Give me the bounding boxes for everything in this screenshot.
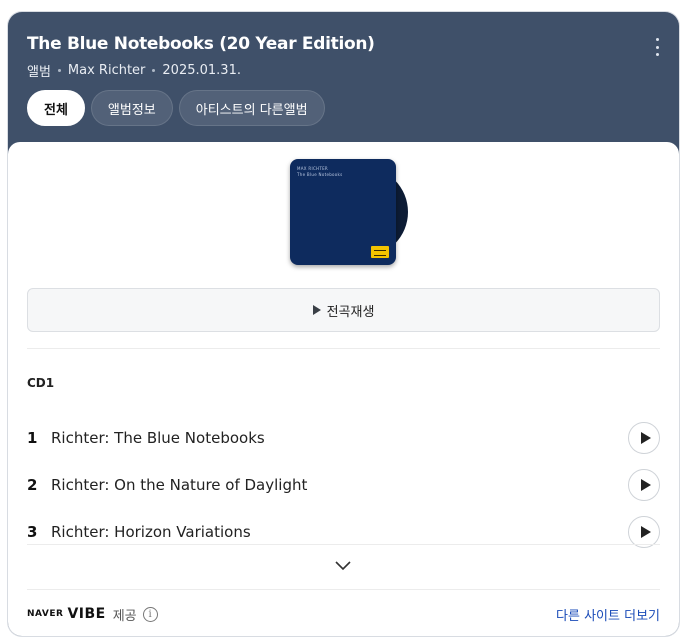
release-date: 2025.01.31.: [162, 63, 241, 78]
play-all-label: 전곡재생: [326, 304, 375, 320]
footer: NAVER VIBE 제공 i 다른 사이트 더보기: [27, 603, 660, 625]
track-number: 3: [27, 523, 38, 541]
provided-by-label: 제공: [112, 608, 137, 624]
divider: [27, 589, 660, 590]
album-title: The Blue Notebooks (20 Year Edition): [27, 34, 375, 54]
album-type: 앨범: [27, 65, 51, 80]
content-panel: MAX RICHTER The Blue Notebooks 전곡재생 CD1 …: [8, 142, 679, 636]
track-title[interactable]: Richter: The Blue Notebooks: [51, 429, 628, 447]
chevron-down-icon[interactable]: [333, 558, 353, 574]
play-icon: [640, 526, 651, 538]
track-number: 1: [27, 429, 38, 447]
play-icon: [640, 479, 651, 491]
track-title[interactable]: Richter: On the Nature of Daylight: [51, 476, 628, 494]
track-row[interactable]: 1 Richter: The Blue Notebooks: [27, 420, 660, 456]
tab-bar: 전체 앨범정보 아티스트의 다른앨범: [27, 90, 325, 126]
cover-artist-text: MAX RICHTER: [297, 166, 329, 171]
track-play-button[interactable]: [628, 422, 660, 454]
separator-dot: [57, 69, 61, 72]
play-icon: [640, 432, 651, 444]
label-logo-icon: [371, 246, 389, 258]
music-card: The Blue Notebooks (20 Year Edition) 앨범 …: [8, 12, 679, 636]
album-artist[interactable]: Max Richter: [68, 63, 145, 78]
separator-dot: [152, 69, 156, 72]
vibe-logo: VIBE: [67, 606, 106, 622]
album-header: The Blue Notebooks (20 Year Edition) 앨범 …: [8, 12, 679, 152]
track-number: 2: [27, 476, 38, 494]
album-meta: 앨범 Max Richter 2025.01.31.: [27, 61, 660, 80]
album-art[interactable]: MAX RICHTER The Blue Notebooks: [290, 159, 412, 265]
cover-title-text: The Blue Notebooks: [297, 172, 343, 177]
naver-logo: NAVER: [27, 609, 64, 619]
more-options-icon[interactable]: [653, 38, 661, 56]
play-icon: [312, 305, 321, 315]
track-row[interactable]: 2 Richter: On the Nature of Daylight: [27, 467, 660, 503]
info-icon[interactable]: i: [142, 606, 158, 622]
track-title[interactable]: Richter: Horizon Variations: [51, 523, 628, 541]
track-play-button[interactable]: [628, 469, 660, 501]
play-all-button[interactable]: 전곡재생: [27, 288, 660, 332]
album-cover: MAX RICHTER The Blue Notebooks: [290, 159, 396, 265]
divider: [27, 544, 660, 545]
tab-artist-other-albums[interactable]: 아티스트의 다른앨범: [178, 90, 325, 126]
divider: [27, 348, 660, 349]
more-sites-link[interactable]: 다른 사이트 더보기: [556, 605, 660, 624]
tab-all[interactable]: 전체: [27, 90, 85, 126]
disc-label: CD1: [27, 376, 55, 390]
tab-album-info[interactable]: 앨범정보: [90, 90, 173, 126]
